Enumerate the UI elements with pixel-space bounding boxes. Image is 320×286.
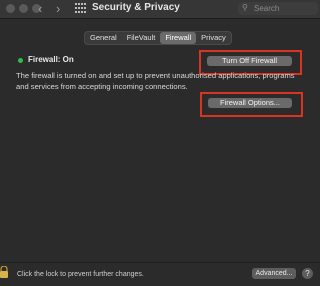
close-window-icon[interactable] bbox=[6, 4, 15, 13]
show-all-grid-icon[interactable] bbox=[75, 3, 86, 14]
tab-general[interactable]: General bbox=[85, 32, 122, 44]
tab-firewall[interactable]: Firewall bbox=[160, 32, 197, 44]
firewall-description: The firewall is turned on and set up to … bbox=[16, 71, 295, 91]
firewall-status-indicator bbox=[18, 58, 23, 63]
security-privacy-window: ‹ › Security & Privacy ⚲ Search General … bbox=[0, 0, 320, 286]
turn-off-firewall-button[interactable]: Turn Off Firewall bbox=[207, 56, 292, 66]
firewall-status-text: Firewall: On bbox=[28, 55, 74, 64]
tab-filevault[interactable]: FileVault bbox=[122, 32, 161, 44]
tab-bar: General FileVault Firewall Privacy bbox=[84, 31, 232, 45]
window-title: Security & Privacy bbox=[92, 2, 180, 13]
footer-divider bbox=[0, 262, 320, 263]
search-placeholder: Search bbox=[254, 4, 280, 13]
title-bar: ‹ › Security & Privacy ⚲ Search bbox=[0, 0, 320, 19]
firewall-options-button[interactable]: Firewall Options... bbox=[208, 98, 292, 108]
tab-privacy[interactable]: Privacy bbox=[196, 32, 231, 44]
search-field[interactable]: ⚲ Search bbox=[238, 2, 318, 15]
help-button[interactable]: ? bbox=[302, 268, 313, 279]
advanced-button[interactable]: Advanced... bbox=[252, 268, 296, 279]
minimize-window-icon[interactable] bbox=[19, 4, 28, 13]
lock-hint-text: Click the lock to prevent further change… bbox=[17, 271, 144, 278]
search-icon: ⚲ bbox=[242, 3, 248, 12]
forward-arrow-icon[interactable]: › bbox=[56, 1, 60, 16]
back-arrow-icon[interactable]: ‹ bbox=[38, 1, 42, 16]
lock-icon[interactable] bbox=[0, 266, 8, 278]
